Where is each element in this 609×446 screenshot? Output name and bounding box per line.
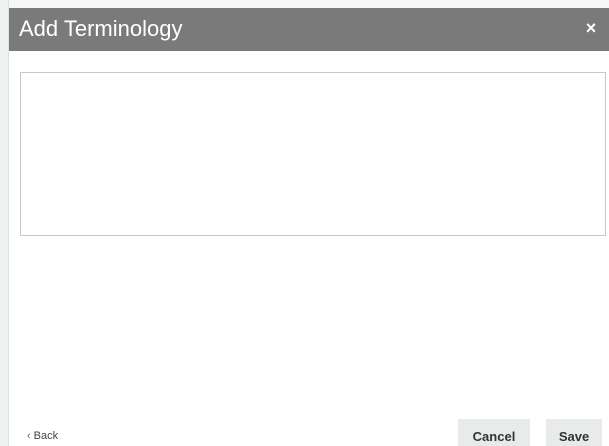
- back-link[interactable]: ‹ Back: [27, 429, 58, 443]
- chevron-left-icon: ‹: [27, 430, 31, 442]
- background-edge: [0, 0, 9, 446]
- close-icon[interactable]: ×: [583, 18, 599, 38]
- add-terminology-dialog: Add Terminology × ‹ Back Cancel Save: [9, 8, 609, 446]
- background-strip: [0, 0, 609, 8]
- cancel-button[interactable]: Cancel: [458, 419, 530, 446]
- dialog-title: Add Terminology: [19, 16, 183, 41]
- back-link-label: Back: [33, 430, 59, 442]
- page: Add Terminology × ‹ Back Cancel Save: [0, 0, 609, 446]
- save-button[interactable]: Save: [546, 419, 602, 446]
- dialog-header: Add Terminology ×: [9, 8, 609, 51]
- terminology-content-box[interactable]: [20, 72, 606, 236]
